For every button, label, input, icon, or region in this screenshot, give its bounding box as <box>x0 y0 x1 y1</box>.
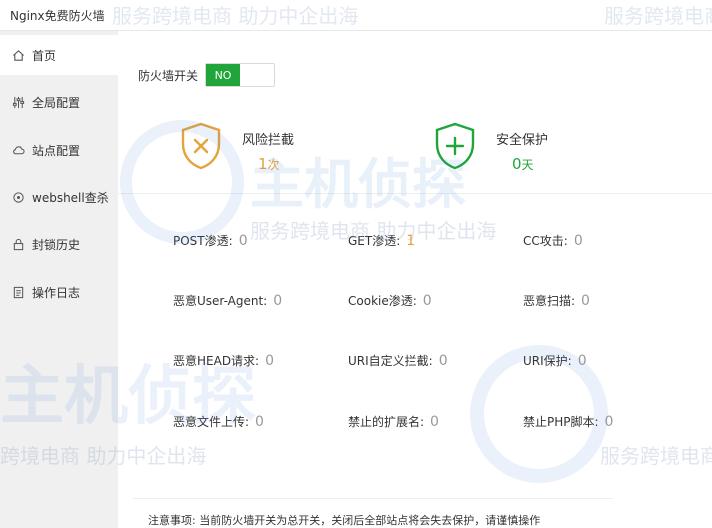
counter-extension: 禁止的扩展名: 0 <box>348 413 439 430</box>
home-icon <box>11 48 25 62</box>
counter-uri-custom: URI自定义拦截: 0 <box>348 352 448 369</box>
title-bar: Nginx免费防火墙 <box>0 0 712 31</box>
counter-php: 禁止PHP脚本: 0 <box>523 413 613 430</box>
note-divider <box>133 498 613 499</box>
sidebar-item-site-config[interactable]: 站点配置 <box>0 130 118 170</box>
shield-x-icon <box>181 122 221 170</box>
firewall-switch-row: 防火墙开关 NO <box>138 63 276 87</box>
safe-protection-value: 0 <box>512 155 522 173</box>
counter-label: URI自定义拦截: <box>348 354 433 368</box>
counter-value: 0 <box>273 293 283 309</box>
firewall-toggle[interactable]: NO <box>205 63 276 87</box>
sliders-icon <box>11 95 25 109</box>
toggle-state-label: NO <box>206 64 241 86</box>
sidebar-item-operation-log[interactable]: 操作日志 <box>0 272 118 312</box>
sidebar-item-label: webshell查杀 <box>32 190 109 205</box>
counter-value: 0 <box>255 414 264 430</box>
counter-label: 禁止的扩展名: <box>348 415 425 429</box>
counter-value: 0 <box>265 353 275 369</box>
counter-user-agent: 恶意User-Agent: 0 <box>173 292 282 309</box>
counter-value: 0 <box>604 414 614 430</box>
counter-label: 恶意User-Agent: <box>173 294 268 308</box>
safe-protection-stat: 安全保护 0天 <box>434 122 548 173</box>
counter-label: Cookie渗透: <box>348 294 417 308</box>
counter-value: 0 <box>238 233 248 249</box>
counter-value: 0 <box>438 353 448 369</box>
counter-value: 0 <box>422 293 432 309</box>
counter-value: 0 <box>430 414 439 430</box>
counter-value: 0 <box>577 353 587 369</box>
risk-intercept-unit: 次 <box>267 158 280 172</box>
counter-label: 恶意文件上传: <box>173 415 250 429</box>
warning-note: 注意事项: 当前防火墙开关为总开关，关闭后全部站点将会失去保护，请谨慎操作 <box>148 514 541 527</box>
counter-value: 1 <box>406 233 416 249</box>
sidebar-item-label: 首页 <box>32 48 57 63</box>
counter-value: 0 <box>581 293 590 309</box>
safe-protection-unit: 天 <box>521 158 534 172</box>
stats-divider <box>118 193 712 194</box>
counter-label: 恶意扫描: <box>523 294 576 308</box>
risk-intercept-label: 风险拦截 <box>242 133 295 148</box>
counter-scan: 恶意扫描: 0 <box>523 292 590 309</box>
sidebar: 首页 全局配置 站点配置 webshell查杀 封锁历史 操作日志 <box>0 31 118 528</box>
counter-get: GET渗透: 1 <box>348 232 415 249</box>
counter-uri-protect: URI保护: 0 <box>523 352 587 369</box>
lock-icon <box>11 237 25 251</box>
firewall-switch-label: 防火墙开关 <box>138 68 199 83</box>
counter-label: CC攻击: <box>523 234 568 248</box>
sidebar-item-global-config[interactable]: 全局配置 <box>0 82 118 122</box>
risk-intercept-stat: 风险拦截 1次 <box>180 122 294 173</box>
sidebar-item-home[interactable]: 首页 <box>0 35 118 75</box>
document-icon <box>11 285 25 299</box>
cloud-icon <box>11 143 25 157</box>
counter-head: 恶意HEAD请求: 0 <box>173 352 274 369</box>
counter-label: POST渗透: <box>173 234 233 248</box>
counter-cookie: Cookie渗透: 0 <box>348 292 432 309</box>
counter-label: 禁止PHP脚本: <box>523 415 599 429</box>
counter-cc: CC攻击: 0 <box>523 232 583 249</box>
target-icon <box>11 190 25 204</box>
counter-label: 恶意HEAD请求: <box>173 354 260 368</box>
risk-intercept-value: 1 <box>258 155 268 173</box>
sidebar-item-label: 封锁历史 <box>32 237 81 252</box>
counter-label: URI保护: <box>523 354 572 368</box>
sidebar-item-block-history[interactable]: 封锁历史 <box>0 224 118 264</box>
sidebar-item-label: 操作日志 <box>32 285 81 300</box>
counter-label: GET渗透: <box>348 234 401 248</box>
counter-upload: 恶意文件上传: 0 <box>173 413 264 430</box>
sidebar-item-label: 全局配置 <box>32 95 81 110</box>
main-panel: 防火墙开关 NO 风险拦截 1次 安全保护 0天 POST渗透: 0 GET渗透… <box>118 31 712 528</box>
counter-post: POST渗透: 0 <box>173 232 248 249</box>
shield-plus-icon <box>435 122 475 170</box>
safe-protection-label: 安全保护 <box>496 133 549 148</box>
sidebar-item-webshell[interactable]: webshell查杀 <box>0 177 118 217</box>
sidebar-item-label: 站点配置 <box>32 143 81 158</box>
counter-value: 0 <box>573 233 583 249</box>
window-title: Nginx免费防火墙 <box>10 9 105 23</box>
